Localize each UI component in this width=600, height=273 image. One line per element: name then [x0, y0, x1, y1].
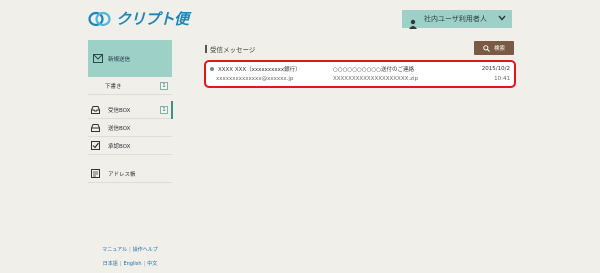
- message-row-primary: XXXX XXX（xxxxxxxxxx銀行） ○○○○○○○○○○送付のご連絡 …: [210, 64, 510, 74]
- sidebar-item-label: 受信BOX: [108, 107, 131, 114]
- draft-count-badge: 1: [160, 81, 168, 90]
- checkbox-icon: [91, 141, 100, 150]
- message-subject: ○○○○○○○○○○送付のご連絡: [333, 67, 414, 73]
- sidebar-item-drafts[interactable]: 下書き 1: [88, 77, 172, 95]
- manual-link[interactable]: マニュアル: [102, 247, 127, 253]
- app-logo[interactable]: クリプト便: [88, 8, 189, 29]
- sidebar-item-label: 下書き: [105, 83, 122, 90]
- outbox-icon: [91, 123, 100, 132]
- operation-help-link[interactable]: 操作ヘルプ: [133, 247, 158, 253]
- title-accent-bar: [205, 45, 207, 53]
- address-book-icon: [91, 169, 100, 178]
- message-row-secondary: xxxxxxxxxxxxxx@xxxxxx.jp XXXXXXXXXXXXXXX…: [210, 74, 510, 84]
- sidebar: 新規送信 下書き 1 受信BOX 1 送信BOX 承認BOX アドレス帳 マニュ…: [88, 40, 173, 273]
- unread-dot-icon: [210, 67, 214, 71]
- lang-english-link[interactable]: English: [123, 261, 141, 267]
- sidebar-item-inbox[interactable]: 受信BOX 1: [88, 101, 173, 119]
- user-menu[interactable]: 社内ユーザ利用者人: [402, 10, 512, 29]
- link-separator: |: [129, 247, 131, 253]
- search-button-label: 検索: [493, 46, 505, 52]
- sender-name: XXXX XXX（xxxxxxxxxx銀行）: [218, 67, 301, 73]
- page-title: 受信メッセージ: [205, 44, 255, 54]
- link-separator: |: [143, 261, 146, 267]
- sidebar-item-address-book[interactable]: アドレス帳: [88, 165, 172, 183]
- sender-email: xxxxxxxxxxxxxx@xxxxxx.jp: [216, 76, 294, 82]
- sender-cell: XXXX XXX（xxxxxxxxxx銀行）: [210, 65, 333, 73]
- inbox-count-badge: 1: [160, 105, 168, 114]
- search-icon: [483, 44, 490, 52]
- help-links: マニュアル | 操作ヘルプ: [88, 246, 172, 253]
- message-time: 10:41: [494, 76, 510, 82]
- language-links: 日本語 | English | 中文: [88, 260, 172, 267]
- search-button[interactable]: 検索: [474, 41, 514, 55]
- sidebar-item-approval[interactable]: 承認BOX: [88, 137, 172, 155]
- sidebar-item-outbox[interactable]: 送信BOX: [88, 119, 172, 137]
- link-separator: |: [119, 261, 122, 267]
- compose-label: 新規送信: [108, 56, 131, 63]
- inbox-icon: [91, 105, 100, 114]
- sidebar-item-label: アドレス帳: [108, 171, 136, 178]
- mail-icon: [93, 54, 103, 63]
- lang-japanese-link[interactable]: 日本語: [103, 261, 118, 267]
- person-icon: [408, 14, 418, 29]
- user-name: 社内ユーザ利用者人: [424, 15, 487, 23]
- attachment-name: XXXXXXXXXXXXXXXXXXXX.zip: [333, 76, 419, 82]
- compose-button[interactable]: 新規送信: [88, 40, 172, 77]
- lang-chinese-link[interactable]: 中文: [147, 261, 157, 267]
- page-title-text: 受信メッセージ: [210, 46, 256, 54]
- sidebar-item-label: 承認BOX: [108, 143, 131, 150]
- logo-text: クリプト便: [116, 10, 189, 28]
- sidebar-item-label: 送信BOX: [108, 125, 131, 132]
- message-date: 2015/10/2: [481, 66, 510, 72]
- chevron-down-icon: [498, 15, 506, 23]
- logo-icon: [88, 11, 112, 27]
- message-list-item[interactable]: XXXX XXX（xxxxxxxxxx銀行） ○○○○○○○○○○送付のご連絡 …: [204, 60, 516, 88]
